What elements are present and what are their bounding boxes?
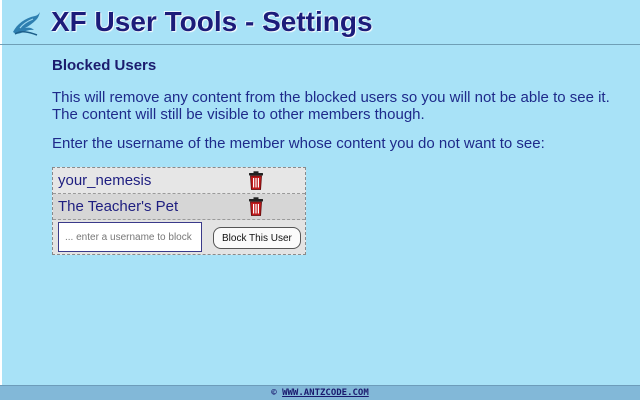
copyright-symbol: © <box>271 388 277 398</box>
blocked-users-list: your_nemesis The Teacher's Pet Block Thi… <box>52 167 306 255</box>
trash-icon[interactable] <box>248 171 264 190</box>
trash-icon[interactable] <box>248 197 264 216</box>
page-footer: © WWW.ANTZCODE.COM <box>0 385 640 400</box>
page-header: XF User Tools - Settings <box>0 0 640 45</box>
footer-link[interactable]: WWW.ANTZCODE.COM <box>282 388 369 398</box>
section-description: This will remove any content from the bl… <box>52 89 610 123</box>
blocked-users-section: Blocked Users This will remove any conte… <box>52 56 612 152</box>
add-user-row: Block This User <box>53 220 305 254</box>
blocked-username: your_nemesis <box>58 172 152 189</box>
blocked-username: The Teacher's Pet <box>58 198 179 215</box>
page-title: XF User Tools - Settings <box>51 6 373 37</box>
dolphin-icon <box>13 12 40 36</box>
username-prompt: Enter the username of the member whose c… <box>52 135 545 152</box>
block-user-button[interactable]: Block This User <box>213 227 301 249</box>
list-item: your_nemesis <box>53 168 305 194</box>
section-title: Blocked Users <box>52 57 157 74</box>
username-input[interactable] <box>58 222 202 252</box>
list-item: The Teacher's Pet <box>53 194 305 220</box>
